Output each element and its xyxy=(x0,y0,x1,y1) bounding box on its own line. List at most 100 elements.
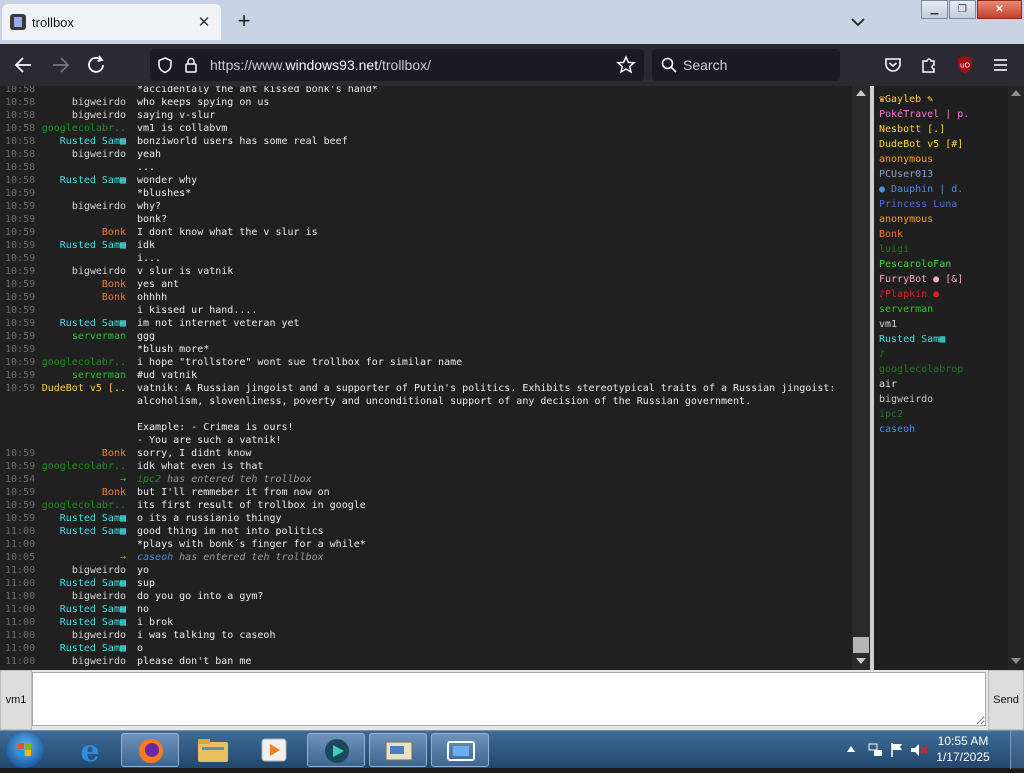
user-list-item[interactable]: anonymous xyxy=(879,213,933,227)
user-list-item[interactable]: ♛Gayleb ✎ xyxy=(879,93,933,107)
user-list-item[interactable]: ● Dauphin | d. xyxy=(879,183,963,197)
taskbar-app-running[interactable] xyxy=(307,733,365,767)
message-nickname[interactable]: Rusted Sam▩ xyxy=(40,317,126,330)
message-nickname[interactable]: googlecolabr.. xyxy=(40,356,126,369)
message-nickname[interactable]: serverman xyxy=(40,330,126,343)
taskbar-media-player[interactable] xyxy=(245,733,303,767)
new-tab-button[interactable]: + xyxy=(232,10,256,34)
message-nickname[interactable]: googlecolabr.. xyxy=(40,460,126,473)
message-nickname[interactable]: → xyxy=(40,473,126,486)
message-nickname[interactable]: Rusted Sam▩ xyxy=(40,525,126,538)
extensions-button[interactable] xyxy=(916,53,942,77)
user-list-item[interactable]: PokéTravel | p. xyxy=(879,108,969,122)
user-list-item[interactable]: PescaroloFan xyxy=(879,258,951,272)
message-input[interactable] xyxy=(32,672,986,726)
joined-user-name[interactable]: ipc2 xyxy=(137,474,161,485)
shield-icon[interactable] xyxy=(156,56,174,74)
scroll-down-arrow-icon[interactable] xyxy=(856,658,866,664)
message-nickname[interactable]: → xyxy=(40,551,126,564)
user-list-item[interactable]: googlecolabrop xyxy=(879,363,963,377)
message-nickname[interactable]: bigweirdo xyxy=(40,655,126,668)
message-nickname[interactable]: Rusted Sam▩ xyxy=(40,642,126,655)
user-list-item[interactable]: serverman xyxy=(879,303,933,317)
message-nickname[interactable]: bigweirdo xyxy=(40,265,126,278)
clock-time[interactable]: 10:55 AM xyxy=(928,734,998,748)
pocket-button[interactable] xyxy=(880,53,906,77)
chat-scrollbar-thumb[interactable] xyxy=(853,637,869,653)
taskbar-remote-desktop[interactable] xyxy=(431,733,489,767)
joined-user-name[interactable]: caseoh xyxy=(137,552,173,563)
start-button[interactable] xyxy=(6,732,44,768)
tab-close-icon[interactable]: ✕ xyxy=(195,13,213,31)
lock-icon[interactable] xyxy=(183,56,199,74)
message-nickname[interactable]: Rusted Sam▩ xyxy=(40,512,126,525)
user-list-item[interactable]: PCUser013 xyxy=(879,168,933,182)
clock-date[interactable]: 1/17/2025 xyxy=(928,750,998,764)
user-list-item[interactable]: FurryBot ● [&] xyxy=(879,273,963,287)
user-list-item[interactable]: bigweirdo xyxy=(879,393,933,407)
user-list-item[interactable]: Rusted Sam▩ xyxy=(879,333,945,347)
message-nickname[interactable]: DudeBot v5 [.. xyxy=(40,382,126,395)
message-nickname[interactable]: bigweirdo xyxy=(40,148,126,161)
message-nickname[interactable]: bigweirdo xyxy=(40,96,126,109)
taskbar-internet-explorer[interactable]: e xyxy=(61,733,119,769)
message-nickname[interactable]: Rusted Sam▩ xyxy=(40,577,126,590)
message-nickname[interactable]: Bonk xyxy=(40,226,126,239)
network-icon[interactable] xyxy=(868,742,884,758)
message-nickname[interactable]: Bonk xyxy=(40,486,126,499)
volume-muted-icon[interactable] xyxy=(910,742,928,758)
show-hidden-icons-icon[interactable] xyxy=(846,745,856,753)
user-list-item[interactable]: air xyxy=(879,378,897,392)
forward-button[interactable] xyxy=(47,53,73,77)
message-nickname[interactable]: bigweirdo xyxy=(40,200,126,213)
bookmark-star-icon[interactable] xyxy=(616,55,636,75)
message-nickname[interactable]: bigweirdo xyxy=(40,590,126,603)
user-list-item[interactable]: ♪ xyxy=(879,348,885,362)
user-list-item[interactable]: anonymous xyxy=(879,153,933,167)
user-list-scrollbar[interactable] xyxy=(1008,86,1024,670)
scroll-up-arrow-icon[interactable] xyxy=(1011,90,1021,96)
show-desktop-button[interactable] xyxy=(1010,731,1024,769)
address-bar[interactable]: https://www.windows93.net/trollbox/ xyxy=(150,49,644,81)
user-list-item[interactable]: DudeBot v5 [#] xyxy=(879,138,963,152)
message-nickname[interactable]: Bonk xyxy=(40,447,126,460)
message-nickname[interactable]: Rusted Sam▩ xyxy=(40,616,126,629)
user-list-item[interactable]: Princess Luna xyxy=(879,198,957,212)
tab-trollbox[interactable]: trollbox ✕ xyxy=(2,4,221,40)
user-list-item[interactable]: ♪Plapkin ● xyxy=(879,288,939,302)
chat-log[interactable]: 10:58 *accidentaly the ant kissed bonk's … xyxy=(0,86,870,670)
message-nickname[interactable]: Rusted Sam▩ xyxy=(40,239,126,252)
taskbar-file-explorer[interactable] xyxy=(184,733,242,767)
window-close-button[interactable]: ✕ xyxy=(977,0,1022,19)
taskbar-app-window[interactable] xyxy=(369,733,427,767)
message-nickname[interactable]: Rusted Sam▩ xyxy=(40,174,126,187)
message-nickname[interactable]: bigweirdo xyxy=(40,629,126,642)
menu-button[interactable] xyxy=(988,53,1014,77)
taskbar-firefox[interactable] xyxy=(121,733,179,767)
scroll-down-arrow-icon[interactable] xyxy=(1011,658,1021,664)
minimize-button[interactable]: ▁ xyxy=(921,0,948,19)
message-nickname[interactable]: Bonk xyxy=(40,278,126,291)
ublock-extension-button[interactable]: uO xyxy=(952,53,978,77)
reload-button[interactable] xyxy=(84,53,110,77)
user-list-item[interactable]: Bonk xyxy=(879,228,903,242)
user-list-item[interactable]: vm1 xyxy=(879,318,897,332)
user-list-item[interactable]: caseoh xyxy=(879,423,915,437)
message-nickname[interactable]: bigweirdo xyxy=(40,109,126,122)
list-all-tabs-button[interactable] xyxy=(846,10,870,34)
message-nickname[interactable]: googlecolabr.. xyxy=(40,499,126,512)
message-nickname[interactable]: bigweirdo xyxy=(40,564,126,577)
maximize-button[interactable]: ❐ xyxy=(949,0,976,19)
message-nickname[interactable]: Bonk xyxy=(40,291,126,304)
search-bar[interactable]: Search xyxy=(652,49,840,81)
message-nickname[interactable]: googlecolabr.. xyxy=(40,122,126,135)
back-button[interactable] xyxy=(11,53,37,77)
action-center-flag-icon[interactable] xyxy=(890,742,904,758)
scroll-up-arrow-icon[interactable] xyxy=(856,90,866,96)
message-nickname[interactable]: Rusted Sam▩ xyxy=(40,135,126,148)
message-nickname[interactable]: Rusted Sam▩ xyxy=(40,603,126,616)
message-nickname[interactable]: serverman xyxy=(40,369,126,382)
user-list-item[interactable]: luigi xyxy=(879,243,909,257)
user-list-item[interactable]: ipc2 xyxy=(879,408,903,422)
send-button[interactable]: Send xyxy=(988,670,1024,730)
